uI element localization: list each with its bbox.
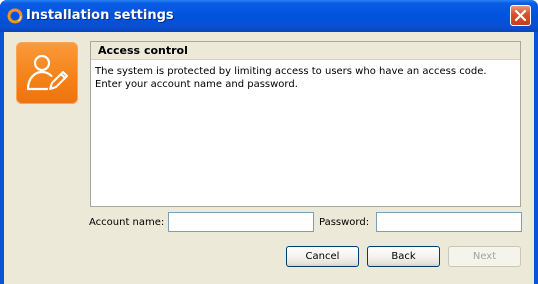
account-name-label: Account name: — [89, 217, 165, 228]
panel-title: Access control — [98, 44, 188, 57]
cancel-button[interactable]: Cancel — [286, 246, 359, 267]
next-button[interactable]: Next — [448, 246, 521, 267]
password-label: Password: — [319, 217, 370, 228]
panel-text-line-2: Enter your account name and password. — [95, 79, 298, 90]
close-x-icon — [514, 9, 527, 22]
password-input[interactable] — [376, 212, 522, 232]
installation-settings-window: Installation settings Access control The… — [0, 0, 538, 284]
user-edit-tile — [16, 42, 78, 104]
app-ring-icon — [7, 8, 23, 24]
panel-text-line-1: The system is protected by limiting acce… — [95, 66, 487, 77]
dialog-client-area: Access control The system is protected b… — [4, 32, 534, 284]
close-button[interactable] — [510, 5, 531, 26]
panel-body: The system is protected by limiting acce… — [95, 65, 516, 91]
user-edit-icon — [26, 54, 68, 91]
access-control-panel: Access control The system is protected b… — [90, 41, 521, 207]
window-title: Installation settings — [26, 8, 174, 23]
account-name-input[interactable] — [168, 212, 314, 232]
back-button[interactable]: Back — [367, 246, 440, 267]
panel-header: Access control — [91, 42, 520, 60]
title-bar[interactable]: Installation settings — [0, 0, 538, 32]
